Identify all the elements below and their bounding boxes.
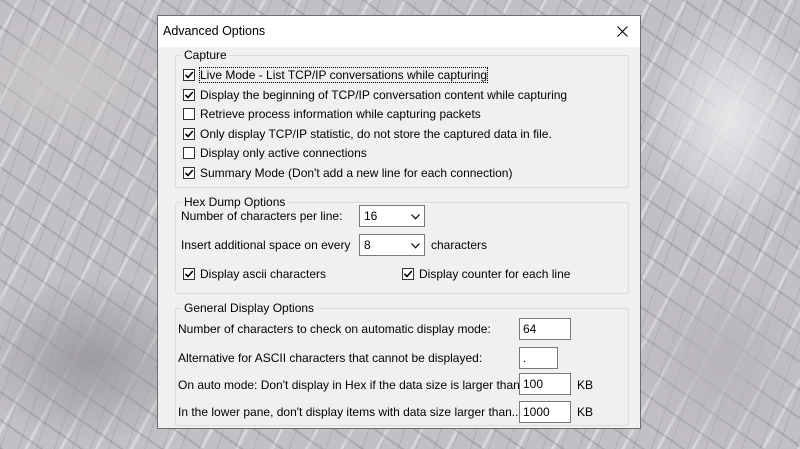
only-statistic-checkbox[interactable]: Only display TCP/IP statistic, do not st…	[183, 127, 552, 141]
checkbox-box	[183, 166, 195, 179]
active-connections-checkbox[interactable]: Display only active connections	[183, 146, 367, 160]
hex-dump-group-label: Hex Dump Options	[182, 195, 288, 209]
live-mode-label: Live Mode - List TCP/IP conversations wh…	[198, 67, 489, 83]
checkmark-icon	[184, 71, 194, 79]
retrieve-process-checkbox[interactable]: Retrieve process information while captu…	[183, 107, 481, 121]
window-title: Advanced Options	[163, 24, 266, 38]
lower-pane-unit: KB	[577, 405, 594, 419]
checkmark-icon	[403, 270, 413, 278]
chevron-down-icon	[411, 243, 420, 249]
checkbox-box	[183, 268, 195, 280]
auto-hex-unit: KB	[577, 378, 594, 392]
only-statistic-label: Only display TCP/IP statistic, do not st…	[200, 126, 552, 141]
active-connections-label: Display only active connections	[200, 146, 367, 160]
checkmark-icon	[184, 129, 194, 138]
alt-ascii-input[interactable]: .	[519, 347, 558, 369]
checkbox-box	[183, 69, 195, 81]
title-bar[interactable]: Advanced Options	[158, 16, 640, 47]
display-counter-checkbox[interactable]: Display counter for each line	[402, 267, 570, 281]
auto-hex-label: On auto mode: Don't display in Hex if th…	[178, 378, 520, 392]
advanced-options-dialog: Advanced Options Capture Hex Dump Option…	[157, 15, 641, 429]
checkmark-icon	[184, 168, 194, 177]
checkbox-box	[183, 147, 195, 159]
extra-space-value: 8	[364, 238, 371, 252]
display-ascii-label: Display ascii characters	[200, 267, 327, 281]
lower-pane-label: In the lower pane, don't display items w…	[178, 405, 522, 419]
summary-mode-label: Summary Mode (Don't add a new line for e…	[200, 165, 513, 180]
chars-per-line-value: 16	[364, 209, 378, 223]
summary-mode-checkbox[interactable]: Summary Mode (Don't add a new line for e…	[183, 166, 512, 180]
lower-pane-input[interactable]: 1000	[519, 401, 571, 423]
display-ascii-checkbox[interactable]: Display ascii characters	[183, 267, 326, 281]
display-beginning-label: Display the beginning of TCP/IP conversa…	[200, 87, 568, 102]
close-icon	[616, 26, 628, 38]
extra-space-select[interactable]: 8	[359, 234, 425, 256]
display-counter-label: Display counter for each line	[419, 267, 571, 281]
retrieve-process-label: Retrieve process information while captu…	[200, 107, 481, 121]
checkbox-box	[402, 268, 414, 280]
extra-space-suffix: characters	[431, 238, 488, 252]
close-button[interactable]	[604, 16, 640, 47]
chevron-down-icon	[411, 214, 420, 220]
checkbox-box	[183, 88, 195, 101]
display-beginning-checkbox[interactable]: Display the beginning of TCP/IP conversa…	[183, 88, 567, 102]
live-mode-checkbox[interactable]: Live Mode - List TCP/IP conversations wh…	[183, 67, 489, 83]
capture-group-label: Capture	[182, 48, 229, 62]
checkbox-box	[183, 127, 195, 140]
auto-check-input[interactable]: 64	[519, 318, 571, 340]
chars-per-line-select[interactable]: 16	[359, 205, 425, 227]
extra-space-label: Insert additional space on every	[181, 238, 351, 252]
auto-check-label: Number of characters to check on automat…	[178, 322, 491, 336]
checkmark-icon	[184, 270, 194, 278]
checkmark-icon	[184, 90, 194, 99]
alt-ascii-label: Alternative for ASCII characters that ca…	[178, 351, 483, 365]
auto-hex-input[interactable]: 100	[519, 373, 571, 395]
general-display-group-label: General Display Options	[182, 301, 317, 315]
checkbox-box	[183, 108, 195, 120]
chars-per-line-label: Number of characters per line:	[181, 209, 343, 223]
